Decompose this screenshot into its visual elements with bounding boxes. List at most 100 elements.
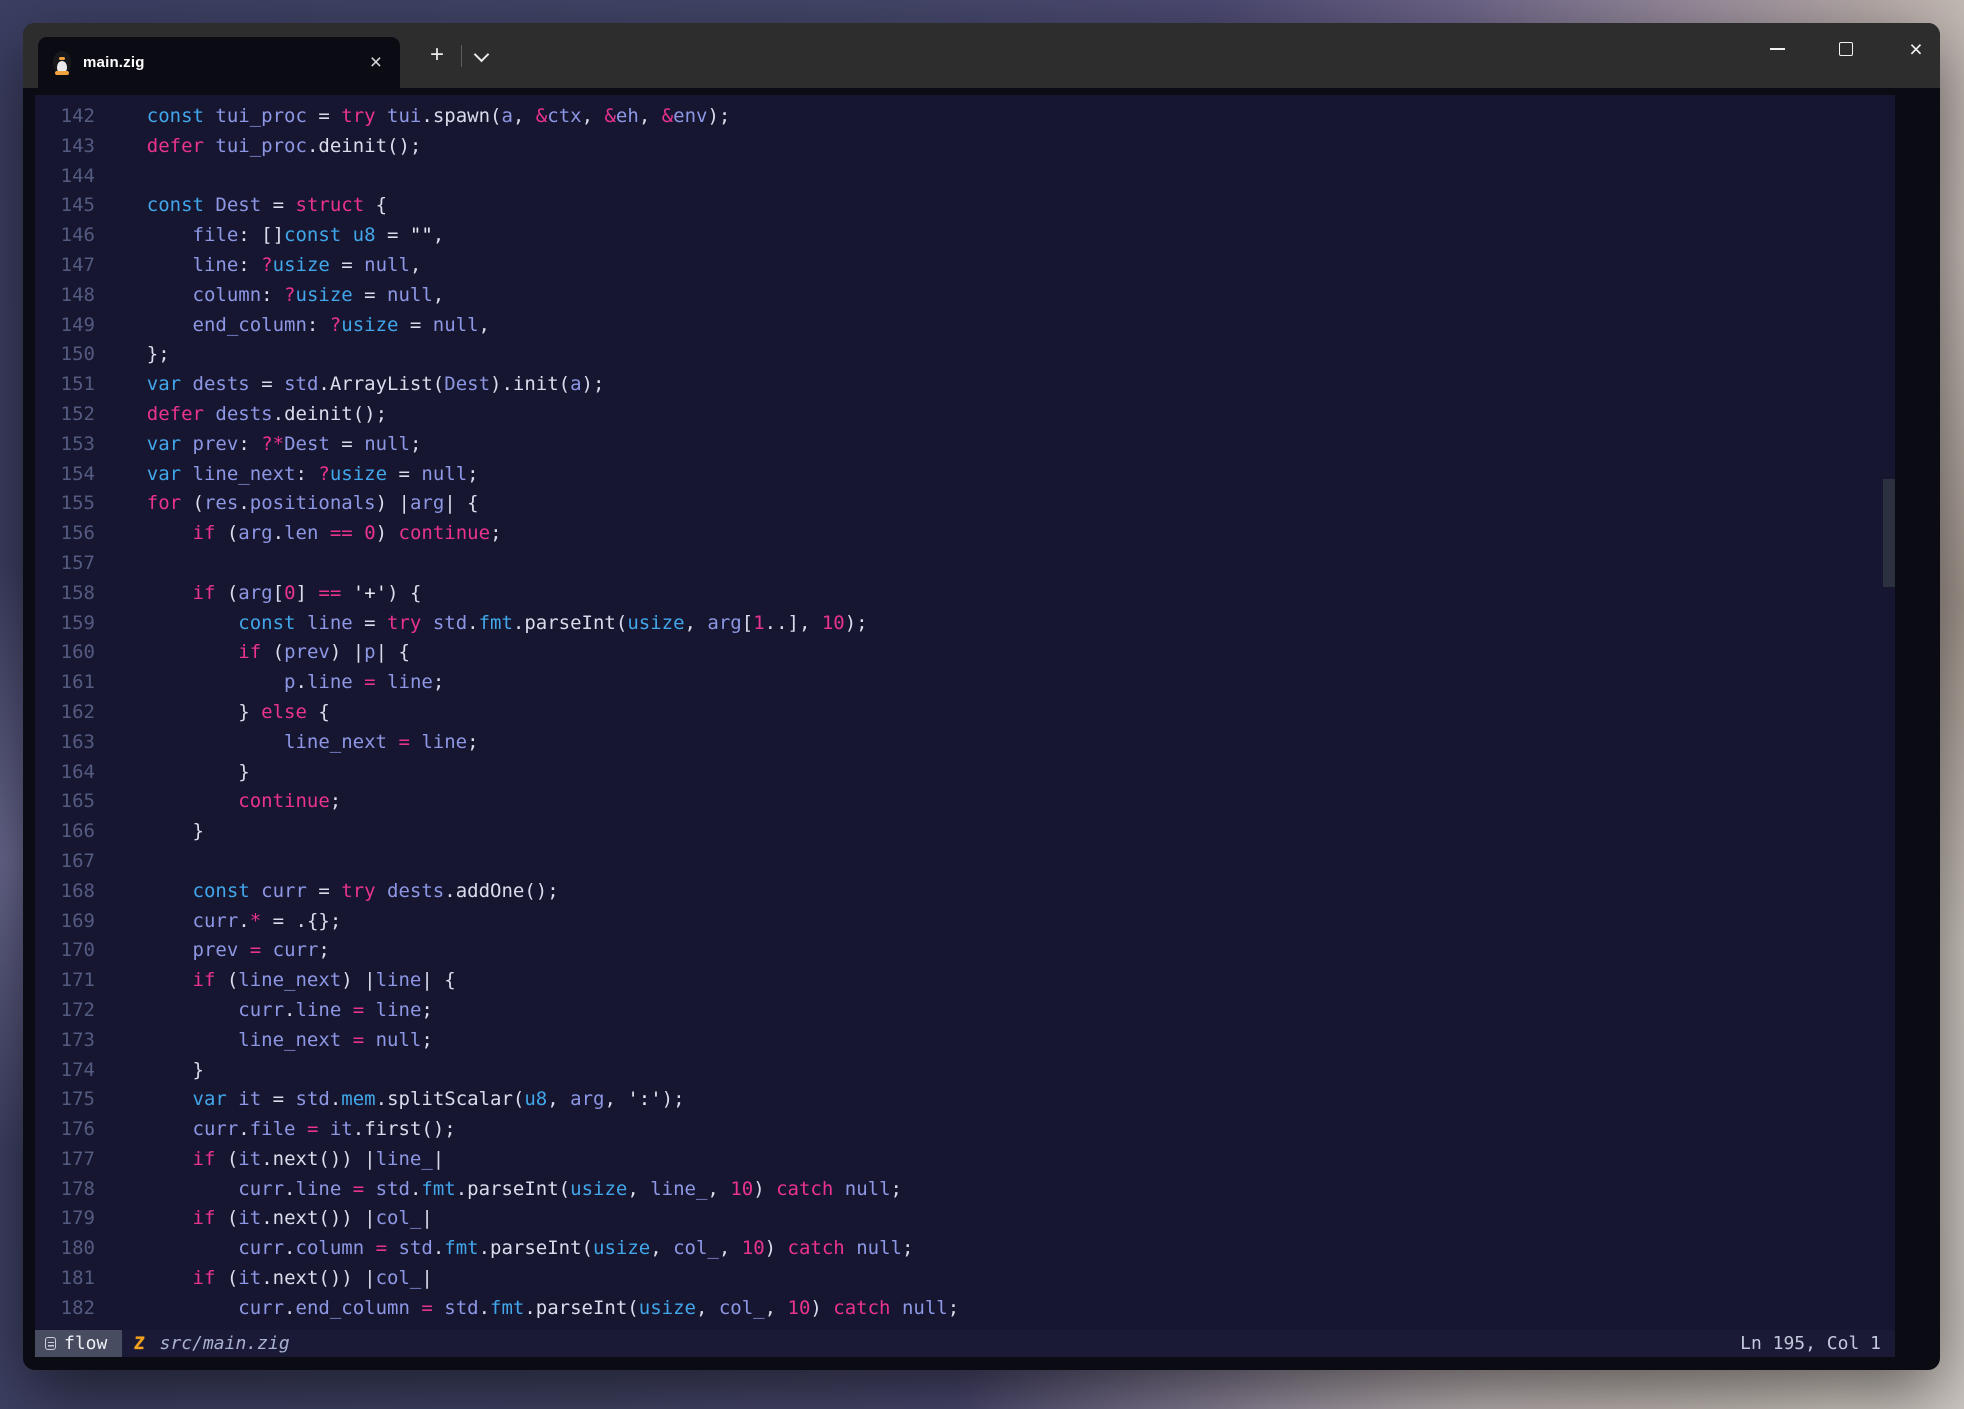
code-text: curr.column = std.fmt.parseInt(usize, co… <box>95 1234 913 1264</box>
line-number: 160 <box>35 638 95 668</box>
line-number: 145 <box>35 191 95 221</box>
line-number: 155 <box>35 489 95 519</box>
line-number: 147 <box>35 251 95 281</box>
code-line: 149 end_column: ?usize = null, <box>35 311 1895 341</box>
line-number: 146 <box>35 221 95 251</box>
code-text: file: []const u8 = "", <box>95 221 444 251</box>
maximize-button[interactable] <box>1823 23 1869 75</box>
code-line: 143 defer tui_proc.deinit(); <box>35 132 1895 162</box>
line-number: 175 <box>35 1085 95 1115</box>
terminal-content[interactable]: 142 const tui_proc = try tui.spawn(a, &c… <box>35 95 1895 1357</box>
code-text: curr.line = line; <box>95 996 433 1026</box>
code-line: 173 line_next = null; <box>35 1026 1895 1056</box>
code-text: } <box>95 817 204 847</box>
code-text: column: ?usize = null, <box>95 281 444 311</box>
line-number: 153 <box>35 430 95 460</box>
line-number: 165 <box>35 787 95 817</box>
code-line: 181 if (it.next()) |col_| <box>35 1264 1895 1294</box>
minimize-icon <box>1770 48 1785 50</box>
line-number: 157 <box>35 549 95 579</box>
tab-main-zig[interactable]: main.zig × <box>38 37 400 88</box>
cursor-position: Ln 195, Col 1 <box>1740 1333 1895 1354</box>
code-line: 148 column: ?usize = null, <box>35 281 1895 311</box>
tab-bar-separator <box>461 45 462 67</box>
new-tab-button[interactable]: + <box>422 40 452 70</box>
file-path[interactable]: src/main.zig <box>160 1333 290 1354</box>
code-line: 150 }; <box>35 340 1895 370</box>
line-number: 154 <box>35 460 95 490</box>
tab-close-icon[interactable]: × <box>364 52 388 73</box>
code-text: const line = try std.fmt.parseInt(usize,… <box>95 609 868 639</box>
code-text: line_next = null; <box>95 1026 433 1056</box>
code-text: curr.* = .{}; <box>95 907 341 937</box>
code-line: 159 const line = try std.fmt.parseInt(us… <box>35 609 1895 639</box>
code-area[interactable]: 142 const tui_proc = try tui.spawn(a, &c… <box>35 95 1895 1330</box>
code-line: 152 defer dests.deinit(); <box>35 400 1895 430</box>
code-line: 157 <box>35 549 1895 579</box>
line-number: 164 <box>35 758 95 788</box>
line-number: 162 <box>35 698 95 728</box>
code-line: 176 curr.file = it.first(); <box>35 1115 1895 1145</box>
code-line: 166 } <box>35 817 1895 847</box>
code-text: prev = curr; <box>95 936 330 966</box>
code-text: if (line_next) |line| { <box>95 966 456 996</box>
code-line: 177 if (it.next()) |line_| <box>35 1145 1895 1175</box>
line-number: 149 <box>35 311 95 341</box>
mode-chip[interactable]: flow <box>35 1330 122 1357</box>
code-text: const curr = try dests.addOne(); <box>95 877 559 907</box>
line-number: 163 <box>35 728 95 758</box>
line-number: 166 <box>35 817 95 847</box>
line-number: 161 <box>35 668 95 698</box>
code-text: if (prev) |p| { <box>95 638 410 668</box>
line-number: 178 <box>35 1175 95 1205</box>
line-number: 158 <box>35 579 95 609</box>
code-text: } <box>95 1056 204 1086</box>
code-text: if (arg.len == 0) continue; <box>95 519 502 549</box>
code-text <box>95 847 101 877</box>
code-text: line_next = line; <box>95 728 479 758</box>
code-line: 146 file: []const u8 = "", <box>35 221 1895 251</box>
tab-title: main.zig <box>83 54 353 71</box>
line-number: 174 <box>35 1056 95 1086</box>
line-number: 169 <box>35 907 95 937</box>
code-text: p.line = line; <box>95 668 444 698</box>
line-number: 152 <box>35 400 95 430</box>
code-line: 160 if (prev) |p| { <box>35 638 1895 668</box>
code-text: defer tui_proc.deinit(); <box>95 132 421 162</box>
code-text <box>95 549 101 579</box>
code-line: 179 if (it.next()) |col_| <box>35 1204 1895 1234</box>
code-text: for (res.positionals) |arg| { <box>95 489 479 519</box>
line-number: 168 <box>35 877 95 907</box>
line-number: 151 <box>35 370 95 400</box>
code-text: if (it.next()) |col_| <box>95 1204 433 1234</box>
code-line: 170 prev = curr; <box>35 936 1895 966</box>
code-text: const tui_proc = try tui.spawn(a, &ctx, … <box>95 102 730 132</box>
code-text: continue; <box>95 787 341 817</box>
close-button[interactable]: × <box>1893 23 1939 75</box>
code-line: 153 var prev: ?*Dest = null; <box>35 430 1895 460</box>
status-bar: flow Z src/main.zig Ln 195, Col 1 <box>35 1330 1895 1357</box>
code-line: 180 curr.column = std.fmt.parseInt(usize… <box>35 1234 1895 1264</box>
code-text: end_column: ?usize = null, <box>95 311 490 341</box>
scrollbar-thumb[interactable] <box>1883 479 1895 587</box>
code-line: 163 line_next = line; <box>35 728 1895 758</box>
code-line: 161 p.line = line; <box>35 668 1895 698</box>
code-line: 151 var dests = std.ArrayList(Dest).init… <box>35 370 1895 400</box>
line-number: 181 <box>35 1264 95 1294</box>
line-number: 156 <box>35 519 95 549</box>
code-text: if (arg[0] == '+') { <box>95 579 421 609</box>
line-number: 179 <box>35 1204 95 1234</box>
chevron-down-icon[interactable] <box>474 47 490 63</box>
code-line: 178 curr.line = std.fmt.parseInt(usize, … <box>35 1175 1895 1205</box>
maximize-icon <box>1839 42 1853 56</box>
code-text: defer dests.deinit(); <box>95 400 387 430</box>
code-line: 156 if (arg.len == 0) continue; <box>35 519 1895 549</box>
line-number: 172 <box>35 996 95 1026</box>
minimize-button[interactable] <box>1754 23 1800 75</box>
app-name: flow <box>64 1333 107 1354</box>
terminal-window: main.zig × + × 142 const tui_proc = try … <box>23 23 1940 1370</box>
code-line: 165 continue; <box>35 787 1895 817</box>
code-line: 182 curr.end_column = std.fmt.parseInt(u… <box>35 1294 1895 1324</box>
code-line: 147 line: ?usize = null, <box>35 251 1895 281</box>
code-text: var dests = std.ArrayList(Dest).init(a); <box>95 370 604 400</box>
